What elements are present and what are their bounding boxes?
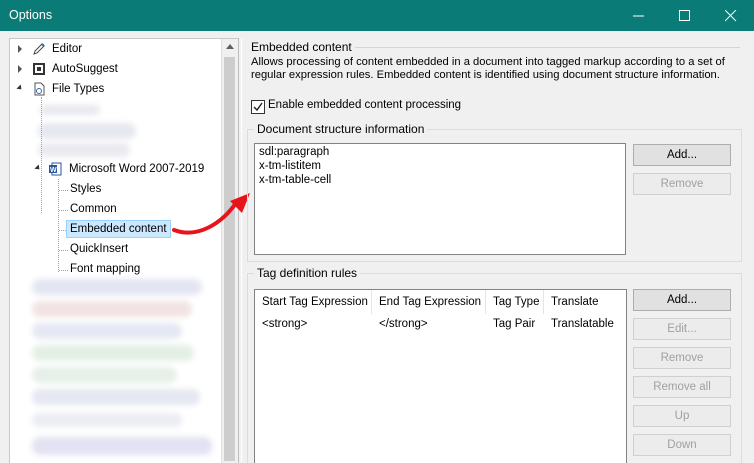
structure-add-button[interactable]: Add... [633, 144, 731, 166]
list-item[interactable]: x-tm-listitem [259, 159, 321, 173]
column-header[interactable]: End Tag Expression [372, 290, 486, 314]
expand-arrow-icon[interactable] [18, 45, 22, 53]
blurred-item [32, 301, 192, 317]
minimize-button[interactable] [616, 0, 662, 31]
list-item[interactable]: x-tm-table-cell [259, 173, 331, 187]
rules-up-button[interactable]: Up [633, 405, 731, 427]
close-icon [725, 10, 737, 22]
rules-edit-button[interactable]: Edit... [633, 318, 731, 340]
tree-line [58, 179, 59, 272]
blurred-item [38, 123, 136, 139]
title-bar: Options [0, 0, 754, 31]
window-title: Options [9, 8, 53, 22]
table-cell: <strong> [262, 318, 308, 330]
tree-item-label: QuickInsert [70, 243, 129, 255]
rules-add-button[interactable]: Add... [633, 289, 731, 311]
blurred-item [32, 367, 177, 383]
column-header[interactable]: Translate [544, 290, 626, 314]
minimize-icon [633, 15, 644, 17]
column-header[interactable]: Start Tag Expression [255, 290, 372, 314]
tree-item-label: Font mapping [70, 263, 141, 275]
file-types-icon [34, 82, 45, 96]
rules-table[interactable]: Start Tag Expression End Tag Expression … [254, 289, 627, 463]
tree-item-label: Embedded content [66, 220, 171, 238]
maximize-button[interactable] [662, 0, 708, 31]
rules-remove-button[interactable]: Remove [633, 347, 731, 369]
tree-item-label: Common [70, 203, 117, 215]
list-item[interactable]: sdl:paragraph [259, 145, 329, 159]
table-cell: </strong> [379, 318, 428, 330]
scroll-up-icon[interactable] [226, 44, 234, 49]
blurred-item [32, 279, 202, 295]
tree-item-font-mapping[interactable]: Font mapping [70, 260, 140, 278]
blurred-item [32, 437, 212, 455]
maximize-icon [679, 10, 690, 21]
tree-line [41, 97, 42, 213]
tree-item-label: Editor [52, 43, 83, 55]
structure-list[interactable]: sdl:paragraph x-tm-listitem x-tm-table-c… [254, 143, 626, 255]
tree-item-embedded-content[interactable]: Embedded content [66, 220, 171, 238]
options-tree[interactable]: Editor AutoSuggest File Types W Microsof… [9, 38, 239, 463]
tree-scrollbar[interactable] [221, 39, 238, 463]
rules-remove-all-button[interactable]: Remove all [633, 376, 731, 398]
tree-item-label: AutoSuggest [52, 63, 118, 75]
blurred-item [40, 105, 100, 115]
autosuggest-icon [33, 63, 45, 75]
rules-heading: Tag definition rules [254, 266, 361, 280]
blurred-item [32, 389, 200, 405]
embedded-description: Allows processing of content embedded in… [251, 56, 725, 81]
scroll-thumb[interactable] [224, 57, 235, 461]
tree-line [59, 270, 68, 271]
blurred-item [32, 413, 182, 427]
collapse-arrow-icon[interactable] [16, 84, 24, 92]
tree-item-common[interactable]: Common [70, 200, 117, 218]
blurred-item [32, 345, 194, 361]
rules-down-button[interactable]: Down [633, 434, 731, 456]
tree-line [59, 190, 68, 191]
divider [355, 47, 740, 48]
tree-item-styles[interactable]: Styles [70, 180, 101, 198]
table-cell: Tag Pair [493, 318, 536, 330]
tree-item-label: File Types [52, 83, 105, 95]
pane-splitter[interactable] [238, 38, 242, 462]
svg-text:W: W [50, 167, 57, 174]
tree-item-label: Styles [70, 183, 102, 195]
enable-embedded-checkbox[interactable] [251, 100, 265, 114]
checkmark-icon [253, 102, 263, 112]
table-cell: Translatable [551, 318, 614, 330]
tree-item-label: Microsoft Word 2007-2019 [69, 163, 205, 175]
tree-line [59, 250, 68, 251]
structure-heading: Document structure information [254, 122, 428, 136]
enable-embedded-label[interactable]: Enable embedded content processing [268, 99, 461, 111]
structure-remove-button[interactable]: Remove [633, 173, 731, 195]
blurred-item [38, 143, 130, 157]
expand-arrow-icon[interactable] [18, 65, 22, 73]
close-button[interactable] [708, 0, 754, 31]
column-header[interactable]: Tag Type [486, 290, 544, 314]
tree-item-quickinsert[interactable]: QuickInsert [70, 240, 128, 258]
embedded-content-heading: Embedded content [251, 40, 352, 54]
blurred-item [32, 323, 182, 339]
tree-line [59, 210, 68, 211]
word-icon: W [49, 162, 62, 176]
pencil-icon [33, 43, 45, 55]
